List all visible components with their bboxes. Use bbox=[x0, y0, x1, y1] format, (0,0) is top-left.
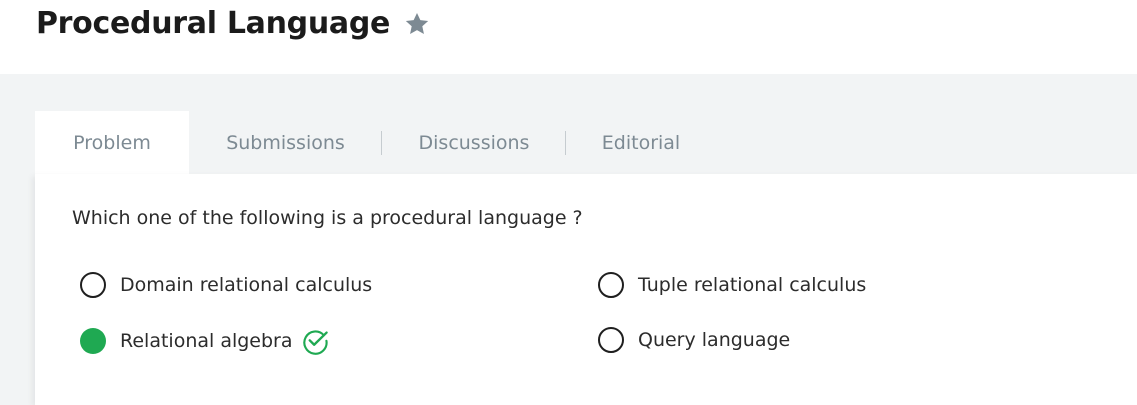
tab-label: Submissions bbox=[226, 131, 345, 154]
option-domain-relational-calculus[interactable]: Domain relational calculus bbox=[80, 272, 372, 298]
radio-button[interactable] bbox=[598, 327, 624, 353]
tab-label: Discussions bbox=[418, 131, 530, 154]
check-circle-icon bbox=[301, 326, 330, 355]
title-row: Procedural Language bbox=[36, 6, 430, 41]
radio-button-selected[interactable] bbox=[80, 327, 106, 354]
tab-label: Problem bbox=[73, 131, 151, 154]
page-title: Procedural Language bbox=[36, 6, 391, 41]
tab-problem[interactable]: Problem bbox=[35, 111, 189, 174]
option-tuple-relational-calculus[interactable]: Tuple relational calculus bbox=[598, 272, 866, 298]
page-header: Procedural Language bbox=[0, 0, 1137, 74]
star-icon[interactable] bbox=[404, 11, 430, 37]
option-label: Relational algebra bbox=[120, 329, 293, 352]
question-text: Which one of the following is a procedur… bbox=[72, 207, 583, 229]
option-relational-algebra[interactable]: Relational algebra bbox=[80, 326, 330, 355]
tab-submissions[interactable]: Submissions bbox=[189, 111, 382, 174]
problem-tabs: Problem Submissions Discussions Editoria… bbox=[35, 111, 716, 174]
tab-discussions[interactable]: Discussions bbox=[382, 111, 566, 174]
tab-editorial[interactable]: Editorial bbox=[566, 111, 716, 174]
radio-button[interactable] bbox=[80, 272, 106, 298]
option-label: Domain relational calculus bbox=[120, 274, 373, 296]
option-label: Tuple relational calculus bbox=[638, 274, 867, 296]
radio-button[interactable] bbox=[598, 272, 624, 298]
tab-label: Editorial bbox=[601, 131, 681, 154]
option-query-language[interactable]: Query language bbox=[598, 327, 790, 353]
option-label: Query language bbox=[638, 329, 791, 351]
